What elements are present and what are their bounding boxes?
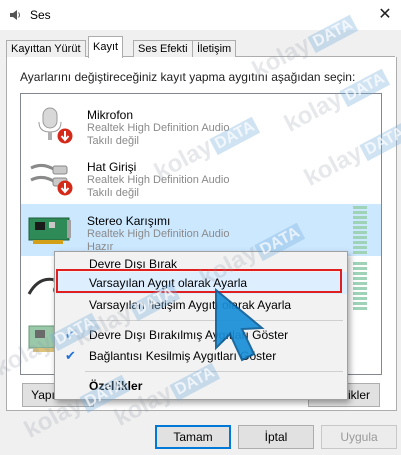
device-name: Stereo Karışımı [87,214,171,228]
device-name: Hat Girişi [87,160,137,174]
device-driver: Realtek High Definition Audio [87,174,230,186]
tab-communications[interactable]: İletişim [192,40,237,57]
tab-recording[interactable]: Kayıt [88,36,124,58]
red-down-arrow-icon [57,180,73,196]
menu-item-show-disabled[interactable]: ✔ Devre Dışı Bırakılmış Aygıtları Göster [55,324,347,346]
checkmark-icon: ✔ [65,327,76,342]
level-meter [353,262,367,312]
configure-button-label: Yapı [31,388,55,402]
device-status: Takılı değil [87,135,139,147]
menu-item-properties[interactable]: Özellikler [55,375,347,397]
cancel-button[interactable]: İptal [238,425,314,449]
list-item[interactable]: Hat Girişi Realtek High Definition Audio… [21,150,381,202]
menu-item-set-default-comm[interactable]: Varsayılan İletişim Aygıtı olarak Ayarla [55,294,347,316]
tab-playback[interactable]: Kayıttan Yürüt [6,40,86,57]
checkmark-icon: ✔ [65,348,76,363]
device-driver: Realtek High Definition Audio [87,122,230,134]
menu-separator [85,371,343,372]
level-meter [353,206,367,256]
menu-item-label: Özellikler [89,379,143,393]
menu-item-show-disconnected[interactable]: ✔ Bağlantısı Kesilmiş Aygıtları Göster [55,345,347,367]
list-item[interactable]: Mikrofon Realtek High Definition Audio T… [21,98,381,150]
close-icon[interactable]: ✕ [374,4,396,26]
list-item-selected[interactable]: Stereo Karışımı Realtek High Definition … [21,204,381,256]
highlight-box [56,269,342,293]
window-title: Ses [30,8,51,22]
device-name: Mikrofon [87,108,134,122]
device-status: Takılı değil [87,187,139,199]
apply-button[interactable]: Uygula [321,425,397,449]
instruction-text: Ayarlarını değiştireceğiniz kayıt yapma … [20,70,356,84]
title-bar [0,0,401,30]
tab-sound-effects[interactable]: Ses Efekti [133,40,193,57]
properties-button-label: ikler [347,388,370,402]
speaker-icon [8,8,22,22]
device-driver: Realtek High Definition Audio [87,228,230,240]
sound-card-icon [27,210,75,250]
red-down-arrow-icon [57,128,73,144]
mouse-cursor-icon [210,286,280,364]
ok-button[interactable]: Tamam [155,425,231,449]
